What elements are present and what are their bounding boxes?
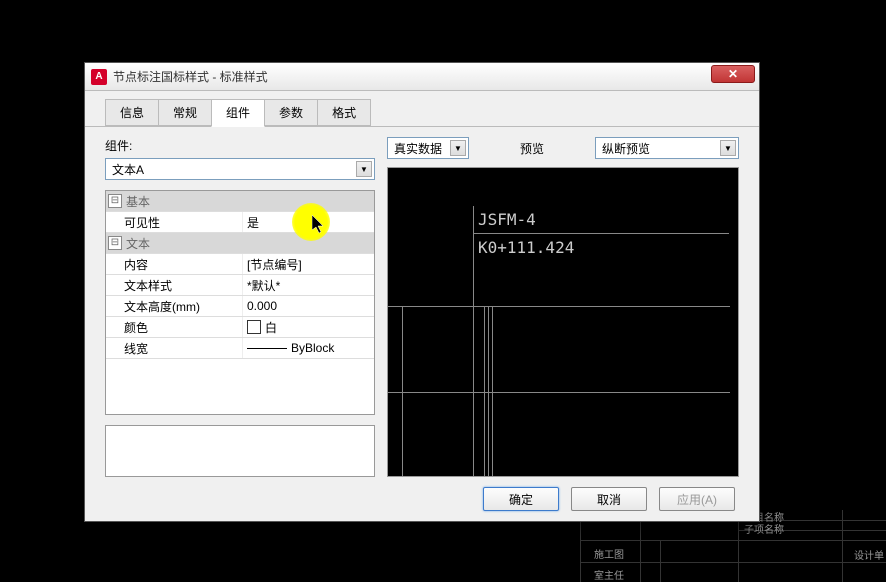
dropdown-icon: ▼ — [720, 140, 736, 156]
color-name: 白 — [265, 319, 277, 336]
preview-text-2: K0+111.424 — [478, 238, 574, 257]
dropdown-icon: ▼ — [356, 161, 372, 177]
component-label: 组件: — [105, 137, 375, 154]
group-basic: ⊟ 基本 — [106, 191, 374, 212]
description-box — [105, 425, 375, 477]
prop-name: 文本样式 — [106, 277, 242, 294]
dialog-window: A 节点标注国标样式 - 标准样式 ✕ 信息 常规 组件 参数 格式 组件: 文… — [84, 62, 760, 522]
bg-label: 设计单 — [854, 547, 884, 562]
prop-text-height[interactable]: 文本高度(mm) 0.000 — [106, 296, 374, 317]
prop-value[interactable]: 0.000 — [242, 296, 374, 316]
section-combo[interactable]: 纵断预览 ▼ — [595, 137, 739, 159]
prop-name: 内容 — [106, 256, 242, 273]
group-label: 文本 — [122, 235, 258, 252]
right-panel: 真实数据 ▼ 预览 纵断预览 ▼ JSFM-4 K0+111.424 — [387, 137, 739, 477]
tab-info[interactable]: 信息 — [105, 99, 159, 126]
prop-name: 文本高度(mm) — [106, 298, 242, 315]
property-grid: ⊟ 基本 可见性 是 ⊟ 文本 内容 [节点编号] — [105, 190, 375, 415]
color-swatch — [247, 320, 261, 334]
ok-button[interactable]: 确定 — [483, 487, 559, 511]
tab-format[interactable]: 格式 — [317, 99, 371, 126]
dialog-buttons: 确定 取消 应用(A) — [85, 487, 759, 525]
prop-name: 可见性 — [106, 214, 242, 231]
line-swatch — [247, 348, 287, 349]
prop-value[interactable]: 白 — [242, 317, 374, 337]
prop-visibility[interactable]: 可见性 是 — [106, 212, 374, 233]
window-title: 节点标注国标样式 - 标准样式 — [113, 68, 268, 85]
combo-value: 文本A — [112, 161, 144, 178]
bg-label: 施工图 — [594, 546, 624, 561]
group-text: ⊟ 文本 — [106, 233, 374, 254]
tab-general[interactable]: 常规 — [158, 99, 212, 126]
tab-components[interactable]: 组件 — [211, 99, 265, 127]
right-controls: 真实数据 ▼ 预览 纵断预览 ▼ — [387, 137, 739, 159]
titlebar: A 节点标注国标样式 - 标准样式 ✕ — [85, 63, 759, 91]
preview-canvas: JSFM-4 K0+111.424 — [387, 167, 739, 477]
dropdown-icon: ▼ — [450, 140, 466, 156]
close-button[interactable]: ✕ — [711, 65, 755, 83]
prop-value[interactable]: 是 — [242, 212, 374, 232]
collapse-icon[interactable]: ⊟ — [108, 194, 122, 208]
left-panel: 组件: 文本A ▼ ⊟ 基本 可见性 是 — [105, 137, 375, 477]
tab-bar: 信息 常规 组件 参数 格式 — [85, 91, 759, 127]
content-area: 组件: 文本A ▼ ⊟ 基本 可见性 是 — [85, 127, 759, 487]
close-icon: ✕ — [728, 67, 738, 81]
preview-text-1: JSFM-4 — [478, 210, 536, 229]
preview-label: 预览 — [489, 140, 575, 157]
prop-value[interactable]: ByBlock — [242, 338, 374, 358]
prop-value[interactable]: *默认* — [242, 275, 374, 295]
component-combo[interactable]: 文本A ▼ — [105, 158, 375, 180]
apply-button[interactable]: 应用(A) — [659, 487, 735, 511]
lineweight-value: ByBlock — [291, 341, 334, 355]
prop-lineweight[interactable]: 线宽 ByBlock — [106, 338, 374, 359]
prop-name: 颜色 — [106, 319, 242, 336]
combo-value: 真实数据 — [394, 140, 442, 157]
prop-value[interactable]: [节点编号] — [242, 254, 374, 274]
tab-params[interactable]: 参数 — [264, 99, 318, 126]
prop-text-style[interactable]: 文本样式 *默认* — [106, 275, 374, 296]
combo-value: 纵断预览 — [602, 140, 650, 157]
bg-label: 室主任 — [594, 567, 624, 582]
prop-name: 线宽 — [106, 340, 242, 357]
prop-content[interactable]: 内容 [节点编号] — [106, 254, 374, 275]
data-mode-combo[interactable]: 真实数据 ▼ — [387, 137, 469, 159]
prop-color[interactable]: 颜色 白 — [106, 317, 374, 338]
app-icon: A — [91, 69, 107, 85]
collapse-icon[interactable]: ⊟ — [108, 236, 122, 250]
cancel-button[interactable]: 取消 — [571, 487, 647, 511]
group-label: 基本 — [122, 193, 258, 210]
